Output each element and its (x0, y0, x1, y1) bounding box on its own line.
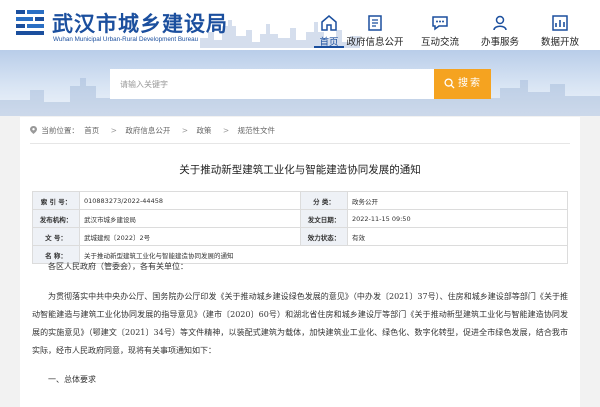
logo-mark-icon (16, 10, 44, 35)
breadcrumb-separator: > (222, 126, 230, 135)
breadcrumb-policy[interactable]: 政策 (196, 126, 211, 135)
meta-key: 分 类： (300, 191, 348, 210)
site-title: 武汉市城乡建设局 (52, 11, 228, 36)
section-heading: 一、总体要求 (48, 375, 96, 384)
nav-gov-info[interactable]: 政府信息公开 (340, 0, 410, 48)
location-pin-icon (30, 126, 37, 134)
nav-interaction[interactable]: 互动交流 (410, 0, 470, 48)
divider (30, 143, 570, 144)
nav-label: 互动交流 (420, 37, 459, 48)
breadcrumb-gov-info[interactable]: 政府信息公开 (125, 126, 170, 135)
nav-open-data[interactable]: 数据开放 (530, 0, 590, 48)
chat-icon (432, 16, 448, 31)
document-icon (368, 15, 382, 31)
content-panel: 当前位置： 首页 > 政府信息公开 > 政策 > 规范性文件 关于推动新型建筑工… (20, 117, 580, 407)
meta-key: 文 号： (32, 227, 80, 246)
user-service-icon (493, 15, 507, 31)
table-row: 索 引 号： 010883273/2022-44458 分 类： 政务公开 (32, 191, 568, 210)
document-body: 各区人民政府（管委会），各有关单位： 为贯彻落实中共中央办公厅、国务院办公厅印发… (32, 257, 568, 389)
site-subtitle: Wuhan Municipal Urban-Rural Development … (53, 36, 199, 43)
nav-label: 办事服务 (480, 37, 519, 48)
salutation: 各区人民政府（管委会），各有关单位： (48, 262, 188, 271)
breadcrumb-home[interactable]: 首页 (84, 126, 99, 135)
meta-value: 政务公开 (347, 191, 568, 210)
nav-services[interactable]: 办事服务 (470, 0, 530, 48)
document-title: 关于推动新型建筑工业化与智能建造协同发展的通知 (179, 164, 421, 176)
meta-key: 索 引 号： (32, 191, 80, 210)
table-row: 发布机构： 武汉市城乡建设局 发文日期： 2022-11-15 09:50 (32, 209, 568, 228)
data-icon (552, 15, 568, 31)
breadcrumb-separator: > (181, 126, 189, 135)
home-icon (321, 15, 337, 31)
breadcrumb: 当前位置： 首页 > 政府信息公开 > 政策 > 规范性文件 (30, 125, 278, 136)
meta-key: 效力状态： (300, 227, 348, 246)
document-meta-table: 索 引 号： 010883273/2022-44458 分 类： 政务公开 发布… (32, 191, 568, 264)
meta-value: 010883273/2022-44458 (79, 191, 301, 210)
search-input[interactable] (110, 69, 434, 99)
meta-value: 武汉市城乡建设局 (79, 209, 301, 228)
site-header: 武汉市城乡建设局 Wuhan Municipal Urban-Rural Dev… (0, 0, 600, 50)
meta-value: 2022-11-15 09:50 (347, 209, 568, 228)
breadcrumb-label: 当前位置： (41, 126, 79, 135)
nav-label: 政府信息公开 (346, 37, 404, 48)
meta-value: 有效 (347, 227, 568, 246)
table-row: 文 号： 武城建规〔2022〕2号 效力状态： 有效 (32, 227, 568, 246)
meta-value: 武城建规〔2022〕2号 (79, 227, 301, 246)
breadcrumb-normative-docs[interactable]: 规范性文件 (238, 126, 276, 135)
search-button[interactable]: 搜索 (434, 69, 491, 99)
breadcrumb-separator: > (110, 126, 117, 135)
meta-key: 发布机构： (32, 209, 80, 228)
meta-key: 发文日期： (300, 209, 348, 228)
search-icon (444, 78, 455, 89)
body-paragraph: 为贯彻落实中共中央办公厅、国务院办公厅印发《关于推动城乡建设绿色发展的意见》（中… (32, 292, 568, 355)
search-button-label: 搜索 (458, 78, 482, 89)
nav-label: 数据开放 (540, 37, 579, 48)
